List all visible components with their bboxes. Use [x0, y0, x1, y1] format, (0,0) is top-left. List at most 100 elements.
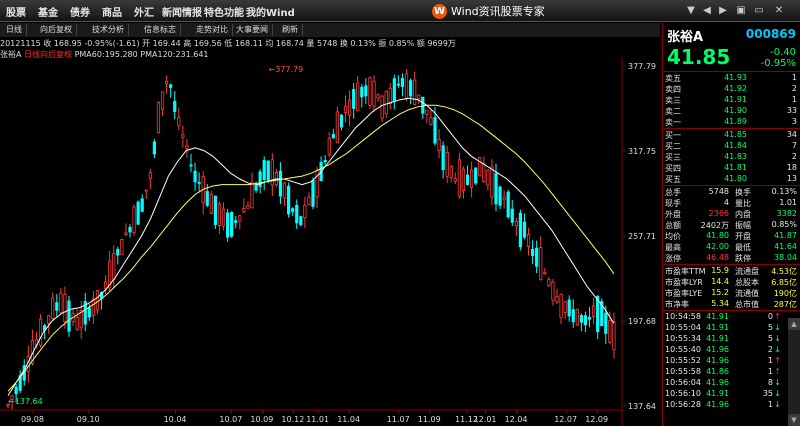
tick-price: 41.96	[706, 345, 729, 354]
candle-body	[181, 134, 185, 138]
ask-row: 卖二 41.90 33	[663, 106, 800, 117]
y-tick-label: 377.79	[628, 62, 656, 71]
daily-button[interactable]: 日线	[2, 24, 27, 36]
stat-label: 内盘	[735, 210, 751, 219]
menu-item-features[interactable]: 特色功能	[204, 4, 244, 19]
candle-body	[469, 169, 474, 188]
bid-price: 41.83	[724, 152, 747, 161]
ask-price: 41.89	[724, 117, 747, 126]
menu-item-forex[interactable]: 外汇	[134, 4, 154, 19]
news-button[interactable]: 大事要闻	[232, 24, 273, 36]
menu-item-stocks[interactable]: 股票	[6, 4, 26, 19]
candle-body	[360, 86, 364, 98]
scroll-down-icon[interactable]: ▼	[788, 414, 800, 426]
dropdown-icon[interactable]: ▼	[684, 4, 698, 18]
x-tick-label: 10.07	[219, 415, 242, 424]
scroll-up-icon[interactable]: ▲	[788, 318, 800, 330]
ask-row: 卖一 41.89 3	[663, 117, 800, 128]
tick-direction-icon: ↓	[774, 389, 781, 398]
tick-time: 10:56:10	[665, 389, 701, 398]
candle-body	[506, 191, 510, 218]
menu-item-my-wind[interactable]: 我的Wind	[246, 4, 295, 19]
tick-price: 41.86	[706, 367, 729, 376]
candle-body	[140, 198, 144, 212]
x-tick-label: 12.01	[474, 415, 497, 424]
tick-direction-icon: ↑	[774, 356, 781, 365]
candle-body	[579, 315, 584, 323]
technical-analysis-button[interactable]: 技术分析	[88, 24, 129, 36]
back-icon[interactable]: ◀	[700, 4, 714, 18]
candle-body	[461, 168, 466, 191]
restore-icon[interactable]: ▣	[734, 4, 748, 18]
candle-body	[567, 299, 571, 317]
tick-row: 10:54:58 41.91 0 ↑	[663, 312, 800, 323]
stat-row: 总手 5748 换手 0.13%	[663, 187, 800, 198]
menu-item-bonds[interactable]: 债券	[70, 4, 90, 19]
ratio-value: 15.2	[711, 288, 729, 297]
candle-body	[335, 111, 340, 144]
candle-body	[282, 182, 287, 199]
compare-button[interactable]: 走势对比	[192, 24, 233, 36]
bid-row: 买二 41.84 7	[663, 141, 800, 152]
bid-row: 买一 41.85 34	[663, 130, 800, 141]
x-tick-label: 11.09	[418, 415, 441, 424]
menu-item-funds[interactable]: 基金	[38, 4, 58, 19]
candle-body	[234, 220, 238, 223]
divider	[663, 264, 800, 265]
x-tick-label: 10.04	[164, 415, 187, 424]
tick-direction-icon: ↓	[774, 378, 781, 387]
tick-price: 41.91	[706, 323, 729, 332]
ratio-row: 市净率 5.34 总市值 287亿	[663, 299, 800, 310]
stat-label: 振幅	[735, 221, 751, 230]
candle-body	[571, 309, 575, 323]
bid-volume: 7	[791, 141, 797, 150]
minimize-icon[interactable]: ▭	[752, 4, 766, 18]
candle-body	[421, 96, 425, 114]
candle-body	[160, 91, 165, 110]
x-tick-label: 12.07	[554, 415, 577, 424]
bid-row: 买三 41.83 2	[663, 152, 800, 163]
menu-item-commodities[interactable]: 商品	[102, 4, 122, 19]
candle-body	[343, 105, 348, 113]
candle-body	[128, 226, 132, 233]
adjust-button[interactable]: 向后复权	[36, 24, 77, 36]
info-flag-button[interactable]: 信息标志	[140, 24, 181, 36]
tick-price: 41.91	[706, 389, 729, 398]
candle-body	[205, 191, 209, 206]
ratio-label: 市盈率LYR	[665, 278, 703, 287]
ratio-label: 市盈率TTM	[665, 267, 706, 276]
candle-body	[136, 201, 140, 225]
candle-body	[522, 221, 527, 238]
stat-label: 现手	[665, 199, 681, 208]
x-tick-label: 11.07	[387, 415, 410, 424]
forward-icon[interactable]: ▶	[716, 4, 730, 18]
candle-body	[400, 78, 405, 87]
candle-body	[474, 167, 478, 184]
price-chart[interactable]: 377.79 317.75 257.71 197.68 137.64 09.08 09.10…	[0, 58, 662, 426]
ratio-label: 流通值	[735, 289, 759, 298]
stat-label: 最高	[665, 243, 681, 252]
tick-scrollbar[interactable]: ▲ ▼	[788, 318, 800, 426]
refresh-button[interactable]: 刷新	[278, 24, 303, 36]
menu-item-news[interactable]: 新闻情报	[162, 4, 202, 19]
candle-body	[563, 301, 567, 314]
tick-price: 41.96	[706, 400, 729, 409]
bid-row: 买五 41.80 13	[663, 174, 800, 185]
candle-body	[120, 239, 124, 256]
candle-body	[254, 185, 258, 191]
y-tick-label: 197.68	[628, 317, 656, 326]
bid-price: 41.84	[724, 141, 747, 150]
candle-body	[67, 300, 71, 332]
ask-row: 卖三 41.91 1	[663, 95, 800, 106]
tick-direction-icon: ↓	[774, 400, 781, 409]
tick-time: 10:56:28	[665, 400, 701, 409]
candle-body	[156, 101, 161, 134]
x-tick-label: 12.09	[585, 415, 608, 424]
stat-label: 跌停	[735, 254, 751, 263]
ask-price: 41.92	[724, 84, 747, 93]
close-icon[interactable]: ✕	[772, 4, 786, 18]
stat-label: 量比	[735, 199, 751, 208]
stock-price: 41.85	[667, 45, 731, 69]
divider	[663, 185, 800, 186]
stat-value: 41.87	[774, 231, 797, 240]
